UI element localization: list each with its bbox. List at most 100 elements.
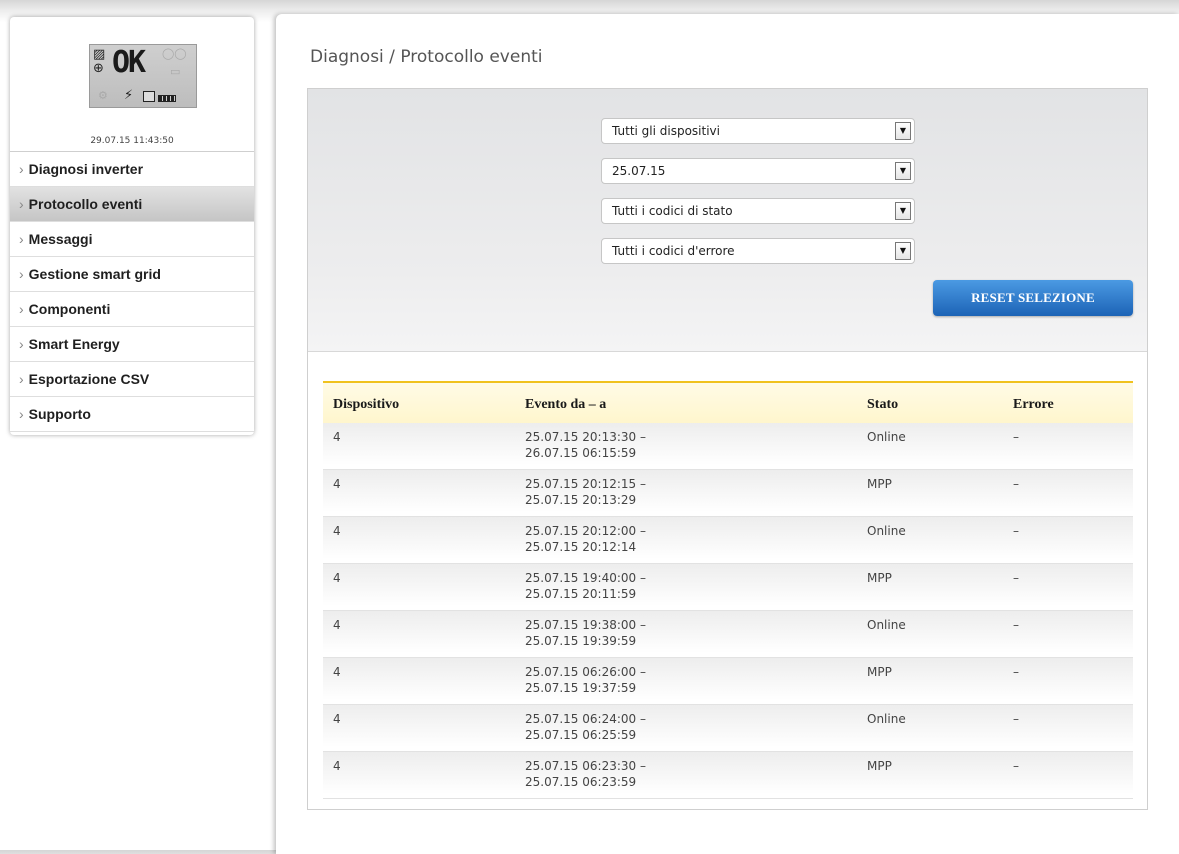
battery-icon: [158, 95, 176, 102]
cell-event-from: 25.07.15 20:12:15 –: [525, 477, 646, 491]
cell-event-from: 25.07.15 06:26:00 –: [525, 665, 646, 679]
cell-event-to: 25.07.15 20:11:59: [525, 587, 637, 601]
cell-event-range: 25.07.15 06:24:00 – 25.07.15 06:25:59: [525, 711, 646, 743]
table-row: 4 25.07.15 06:23:30 – 25.07.15 06:23:59 M…: [323, 752, 1133, 799]
cell-device: 4: [333, 477, 341, 491]
cell-device: 4: [333, 571, 341, 585]
cell-error: –: [1013, 759, 1019, 773]
sidebar-item-componenti[interactable]: › Componenti: [10, 292, 254, 327]
cell-error: –: [1013, 618, 1019, 632]
error-code-select-value: Tutti i codici d'errore: [612, 244, 735, 258]
sidebar-item-messaggi[interactable]: › Messaggi: [10, 222, 254, 257]
sidebar: ▨ ⊕ OK ◯◯ ▭ ⚙ ⚡ 29.07.15 11:43:50 › Diagn…: [10, 17, 254, 435]
grid-tower-icon: ⚡: [124, 88, 134, 103]
inverter-display: ▨ ⊕ OK ◯◯ ▭ ⚙ ⚡: [89, 44, 197, 108]
cell-status: Online: [867, 618, 906, 632]
chevron-down-icon[interactable]: ▼: [895, 162, 911, 180]
cell-event-from: 25.07.15 06:23:30 –: [525, 759, 646, 773]
chevron-right-icon: ›: [19, 336, 24, 352]
cell-device: 4: [333, 618, 341, 632]
cell-event-to: 25.07.15 20:13:29: [525, 493, 637, 507]
cell-event-to: 25.07.15 06:23:59: [525, 775, 637, 789]
chevron-right-icon: ›: [19, 196, 24, 212]
sidebar-nav: › Diagnosi inverter › Protocollo eventi › M…: [10, 151, 254, 432]
memory-card-icon: [143, 91, 155, 102]
ghost-segment-icon: ▭: [170, 65, 181, 78]
cell-event-from: 25.07.15 20:13:30 –: [525, 430, 646, 444]
cell-event-from: 25.07.15 19:38:00 –: [525, 618, 646, 632]
cell-event-range: 25.07.15 20:12:00 – 25.07.15 20:12:14: [525, 523, 646, 555]
column-header-event-range[interactable]: Evento da – a: [525, 397, 606, 413]
cell-device: 4: [333, 430, 341, 444]
device-select-value: Tutti gli dispositivi: [612, 124, 720, 138]
cell-status: Online: [867, 712, 906, 726]
sidebar-item-label: Diagnosi inverter: [28, 161, 144, 177]
table-row: 4 25.07.15 06:24:00 – 25.07.15 06:25:59 O…: [323, 705, 1133, 752]
table-row: 4 25.07.15 06:26:00 – 25.07.15 19:37:59 M…: [323, 658, 1133, 705]
sidebar-item-label: Messaggi: [28, 231, 93, 247]
filter-panel: Tutti gli dispositivi ▼ 25.07.15 ▼ Tutti…: [308, 89, 1147, 352]
chevron-right-icon: ›: [19, 406, 24, 422]
cell-event-from: 25.07.15 20:12:00 –: [525, 524, 646, 538]
globe-icon: ⊕: [93, 61, 104, 76]
cell-device: 4: [333, 759, 341, 773]
chevron-down-icon[interactable]: ▼: [895, 122, 911, 140]
sidebar-item-label: Componenti: [28, 301, 111, 317]
cell-status: MPP: [867, 665, 892, 679]
content-box: Tutti gli dispositivi ▼ 25.07.15 ▼ Tutti…: [307, 88, 1148, 810]
sidebar-item-supporto[interactable]: › Supporto: [10, 397, 254, 432]
cell-device: 4: [333, 665, 341, 679]
sidebar-item-gestione-smart-grid[interactable]: › Gestione smart grid: [10, 257, 254, 292]
events-table: Dispositivo Evento da – a Stato Errore 4…: [323, 381, 1133, 799]
sidebar-item-esportazione-csv[interactable]: › Esportazione CSV: [10, 362, 254, 397]
cell-event-to: 26.07.15 06:15:59: [525, 446, 637, 460]
sidebar-item-diagnosi-inverter[interactable]: › Diagnosi inverter: [10, 152, 254, 187]
chevron-right-icon: ›: [19, 231, 24, 247]
device-select[interactable]: Tutti gli dispositivi ▼: [601, 118, 915, 144]
reset-selection-button[interactable]: RESET SELEZIONE: [933, 280, 1133, 316]
cell-error: –: [1013, 477, 1019, 491]
date-select-value: 25.07.15: [612, 164, 666, 178]
table-row: 4 25.07.15 19:38:00 – 25.07.15 19:39:59 O…: [323, 611, 1133, 658]
main-panel: Diagnosi / Protocollo eventi Tutti gli d…: [276, 14, 1179, 854]
chevron-down-icon[interactable]: ▼: [895, 202, 911, 220]
column-header-device[interactable]: Dispositivo: [333, 397, 399, 413]
table-row: 4 25.07.15 19:40:00 – 25.07.15 20:11:59 M…: [323, 564, 1133, 611]
sun-panel-icon: ▨: [93, 47, 106, 62]
cell-status: MPP: [867, 477, 892, 491]
sidebar-item-smart-energy[interactable]: › Smart Energy: [10, 327, 254, 362]
table-row: 4 25.07.15 20:13:30 – 26.07.15 06:15:59 O…: [323, 423, 1133, 470]
table-row: 4 25.07.15 20:12:00 – 25.07.15 20:12:14 O…: [323, 517, 1133, 564]
cell-error: –: [1013, 524, 1019, 538]
chevron-right-icon: ›: [19, 371, 24, 387]
cell-error: –: [1013, 665, 1019, 679]
status-code-select[interactable]: Tutti i codici di stato ▼: [601, 198, 915, 224]
ghost-plug-icon: ⚙: [98, 89, 108, 102]
chevron-right-icon: ›: [19, 301, 24, 317]
table-header: Dispositivo Evento da – a Stato Errore: [323, 381, 1133, 423]
cell-event-range: 25.07.15 06:26:00 – 25.07.15 19:37:59: [525, 664, 646, 696]
cell-error: –: [1013, 571, 1019, 585]
cell-event-to: 25.07.15 19:37:59: [525, 681, 637, 695]
cell-event-from: 25.07.15 06:24:00 –: [525, 712, 646, 726]
cell-device: 4: [333, 524, 341, 538]
cell-event-from: 25.07.15 19:40:00 –: [525, 571, 646, 585]
column-header-status[interactable]: Stato: [867, 397, 898, 413]
cell-status: MPP: [867, 571, 892, 585]
sidebar-item-protocollo-eventi[interactable]: › Protocollo eventi: [10, 187, 254, 222]
cell-status: Online: [867, 524, 906, 538]
sidebar-item-label: Esportazione CSV: [28, 371, 150, 387]
display-timestamp: 29.07.15 11:43:50: [90, 136, 174, 146]
status-code-select-value: Tutti i codici di stato: [612, 204, 733, 218]
sidebar-item-label: Smart Energy: [28, 336, 120, 352]
date-select[interactable]: 25.07.15 ▼: [601, 158, 915, 184]
cell-error: –: [1013, 430, 1019, 444]
sidebar-item-label: Gestione smart grid: [28, 266, 161, 282]
cell-event-range: 25.07.15 19:40:00 – 25.07.15 20:11:59: [525, 570, 646, 602]
chevron-down-icon[interactable]: ▼: [895, 242, 911, 260]
column-header-error[interactable]: Errore: [1013, 397, 1054, 413]
cell-event-to: 25.07.15 19:39:59: [525, 634, 637, 648]
table-row: 4 25.07.15 20:12:15 – 25.07.15 20:13:29 M…: [323, 470, 1133, 517]
error-code-select[interactable]: Tutti i codici d'errore ▼: [601, 238, 915, 264]
sidebar-item-label: Protocollo eventi: [28, 196, 143, 212]
